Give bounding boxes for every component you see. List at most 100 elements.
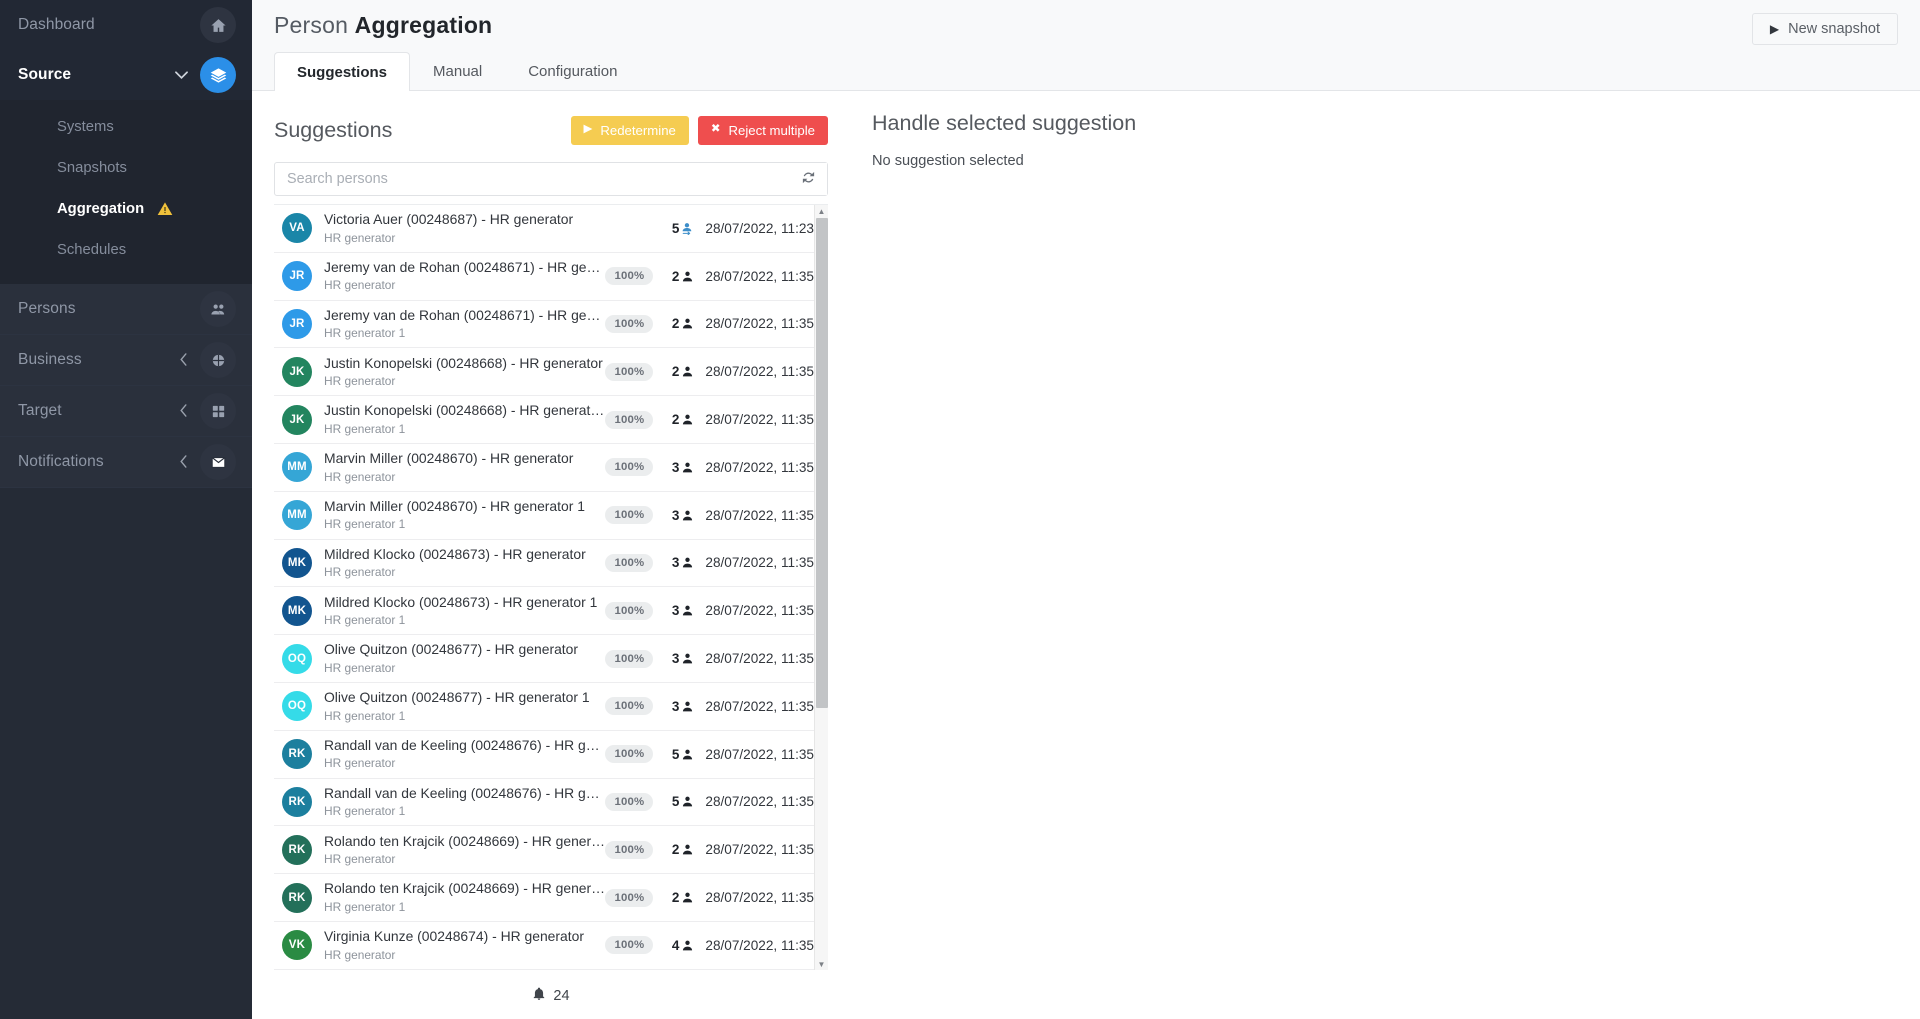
suggestion-row[interactable]: RK Randall van de Keeling (00248676) - HR… <box>274 730 828 779</box>
suggestion-row[interactable]: MM Marvin Miller (00248670) - HR generato… <box>274 443 828 492</box>
sidebar-item-dashboard[interactable]: Dashboard <box>0 0 252 50</box>
person-count: 4 <box>664 938 694 953</box>
suggestion-text: Mildred Klocko (00248673) - HR generator… <box>312 594 605 628</box>
org-icon <box>200 342 236 378</box>
suggestion-row[interactable]: RK Randall van de Keeling (00248676) - HR… <box>274 778 828 827</box>
match-percentage-badge: 100% <box>605 314 654 333</box>
suggestion-date: 28/07/2022, 11:35 <box>705 316 814 332</box>
suggestion-date: 28/07/2022, 11:35 <box>705 507 814 523</box>
suggestion-meta: 100% 2 28/07/2022, 11:35 <box>605 267 814 286</box>
divider <box>0 487 252 488</box>
tab-configuration[interactable]: Configuration <box>505 52 640 90</box>
avatar: MM <box>282 500 312 531</box>
sidebar-item-notifications[interactable]: Notifications <box>0 437 252 487</box>
list-scrollbar[interactable]: ▲ ▼ <box>814 205 828 970</box>
new-snapshot-button[interactable]: ▶ New snapshot <box>1751 13 1898 45</box>
redetermine-button[interactable]: ▶ Redetermine <box>570 115 689 145</box>
avatar: MM <box>282 452 312 483</box>
person-count: 2 <box>664 842 694 857</box>
warning-icon <box>157 201 173 217</box>
person-count-value: 5 <box>671 220 680 236</box>
suggestion-row[interactable]: VA Victoria Auer (00248687) - HR generato… <box>274 205 828 253</box>
suggestion-title: Victoria Auer (00248687) - HR generator <box>324 211 574 228</box>
suggestion-meta: 100% 4 28/07/2022, 11:35 <box>605 936 814 955</box>
person-count: 3 <box>664 651 694 666</box>
suggestion-date: 28/07/2022, 11:35 <box>705 459 814 475</box>
sidebar-subitem-label: Schedules <box>57 241 127 258</box>
suggestion-date: 28/07/2022, 11:35 <box>705 268 814 284</box>
suggestion-title: Rolando ten Krajcik (00248669) - HR gene… <box>324 832 606 849</box>
suggestion-row[interactable]: RK Rolando ten Krajcik (00248669) - HR ge… <box>274 874 828 922</box>
sidebar-item-business[interactable]: Business <box>0 335 252 385</box>
sidebar-subnav-source: Systems Snapshots Aggregation Schedules <box>0 100 252 284</box>
suggestion-title: Randall van de Keeling (00248676) - HR g… <box>324 784 606 801</box>
scroll-down-arrow[interactable]: ▼ <box>815 958 828 970</box>
suggestion-row[interactable]: JR Jeremy van de Rohan (00248671) - HR ge… <box>274 300 828 349</box>
match-percentage-badge: 100% <box>605 936 654 955</box>
sidebar-item-persons[interactable]: Persons <box>0 284 252 334</box>
person-icon <box>681 270 694 283</box>
suggestion-meta: 100% 3 28/07/2022, 11:35 <box>605 697 814 716</box>
sidebar-item-label: Target <box>18 402 62 419</box>
sidebar-item-systems[interactable]: Systems <box>0 106 252 147</box>
avatar: JR <box>282 261 312 292</box>
suggestion-row[interactable]: RK Rolando ten Krajcik (00248669) - HR ge… <box>274 826 828 875</box>
suggestion-subtitle: HR generator <box>324 469 396 484</box>
tab-suggestions[interactable]: Suggestions <box>274 52 411 91</box>
sidebar-item-snapshots[interactable]: Snapshots <box>0 147 252 188</box>
sidebar-item-label: Business <box>18 351 82 368</box>
suggestion-text: Rolando ten Krajcik (00248669) - HR gene… <box>312 880 605 914</box>
suggestion-row[interactable]: MM Marvin Miller (00248670) - HR generato… <box>274 491 828 540</box>
sidebar-item-aggregation[interactable]: Aggregation <box>0 188 252 229</box>
suggestion-row[interactable]: VK Virginia Kunze (00248674) - HR generat… <box>274 921 828 970</box>
reject-multiple-button[interactable]: ✖ Reject multiple <box>697 115 828 145</box>
suggestions-list: VA Victoria Auer (00248687) - HR generato… <box>274 205 828 970</box>
person-count-value: 3 <box>671 507 680 523</box>
person-icon <box>681 748 694 761</box>
avatar: RK <box>282 882 312 913</box>
suggestion-subtitle: HR generator 1 <box>324 899 406 914</box>
suggestion-text: Justin Konopelski (00248668) - HR genera… <box>312 402 605 436</box>
reject-multiple-label: Reject multiple <box>728 122 816 138</box>
suggestion-subtitle: HR generator 1 <box>324 612 406 627</box>
sidebar-item-schedules[interactable]: Schedules <box>0 229 252 270</box>
suggestions-actions: ▶ Redetermine ✖ Reject multiple <box>570 115 828 145</box>
person-icon <box>681 509 694 522</box>
chevron-left-icon <box>179 454 188 470</box>
suggestion-row[interactable]: JK Justin Konopelski (00248668) - HR gene… <box>274 396 828 444</box>
suggestions-header: Suggestions ▶ Redetermine ✖ Reject multi… <box>274 111 850 149</box>
refresh-button[interactable] <box>789 163 827 195</box>
suggestion-row[interactable]: OQ Olive Quitzon (00248677) - HR generato… <box>274 682 828 731</box>
suggestion-text: Olive Quitzon (00248677) - HR generator … <box>312 689 605 723</box>
person-icon <box>681 843 694 856</box>
person-export-icon <box>681 222 694 235</box>
suggestion-text: Randall van de Keeling (00248676) - HR g… <box>312 737 605 771</box>
close-icon: ✖ <box>710 123 721 136</box>
suggestion-row[interactable]: JK Justin Konopelski (00248668) - HR gene… <box>274 348 828 397</box>
suggestion-row[interactable]: MK Mildred Klocko (00248673) - HR generat… <box>274 587 828 636</box>
suggestion-text: Jeremy van de Rohan (00248671) - HR gene… <box>312 259 605 293</box>
person-count: 3 <box>664 555 694 570</box>
suggestion-date: 28/07/2022, 11:35 <box>705 746 814 762</box>
scrollbar-thumb[interactable] <box>816 218 828 708</box>
match-percentage-badge: 100% <box>605 362 654 381</box>
avatar: JR <box>282 308 312 339</box>
sidebar-subitem-label: Systems <box>57 118 114 135</box>
suggestion-row[interactable]: MK Mildred Klocko (00248673) - HR generat… <box>274 539 828 588</box>
scroll-up-arrow[interactable]: ▲ <box>815 205 828 218</box>
person-icon <box>681 700 694 713</box>
tab-manual[interactable]: Manual <box>410 52 505 90</box>
suggestion-text: Marvin Miller (00248670) - HR generator … <box>312 498 605 532</box>
suggestion-meta: 100% 3 28/07/2022, 11:35 <box>605 601 814 620</box>
suggestion-meta: 100% 5 28/07/2022, 11:35 <box>605 745 814 764</box>
person-count-value: 3 <box>671 603 680 619</box>
suggestion-text: Virginia Kunze (00248674) - HR generator… <box>312 928 605 962</box>
sidebar-item-target[interactable]: Target <box>0 386 252 436</box>
suggestion-row[interactable]: JR Jeremy van de Rohan (00248671) - HR ge… <box>274 252 828 301</box>
search-input[interactable] <box>275 163 789 195</box>
suggestion-row[interactable]: OQ Olive Quitzon (00248677) - HR generato… <box>274 635 828 683</box>
mail-icon <box>200 444 236 480</box>
avatar: RK <box>282 739 312 770</box>
sidebar-item-source[interactable]: Source <box>0 50 252 100</box>
match-percentage-badge: 100% <box>605 553 654 572</box>
